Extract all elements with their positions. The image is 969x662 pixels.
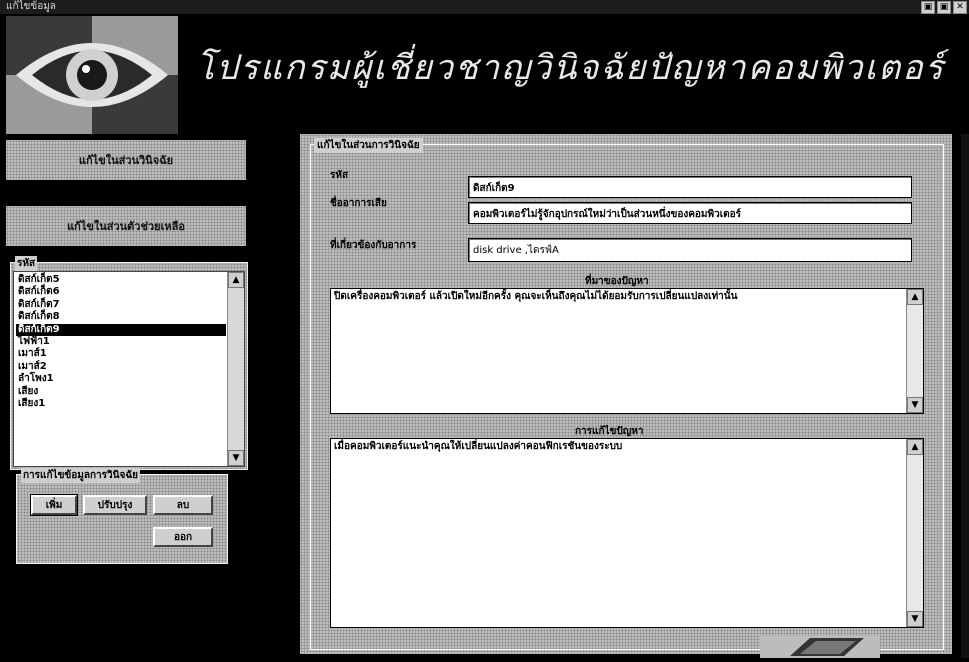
code-label: รหัส [330,170,349,181]
solution-scrollbar[interactable]: ▲ ▼ [906,439,923,627]
exit-button[interactable]: ออก [153,527,213,547]
add-button[interactable]: เพิ่ม [30,494,78,516]
list-item[interactable]: เมาส์2 [16,361,226,373]
code-list-group: รหัส ดิสก์เก็ต5 ดิสก์เก็ต6 ดิสก์เก็ต7 ดิสก์… [10,256,248,470]
window-right-edge [961,134,969,658]
diagnosis-group-label: แก้ไขในส่วนการวินิจฉัย [314,138,423,153]
cause-text: ปิดเครื่องคอมพิวเตอร์ แล้วเปิดใหม่อีกครั… [334,291,738,302]
taskbar-logo-icon [760,636,880,658]
close-button[interactable]: ✕ [953,1,967,14]
cause-scrollbar[interactable]: ▲ ▼ [906,289,923,413]
solution-textarea[interactable]: เมื่อคอมพิวเตอร์แนะนำคุณให้เปลี่ยนแปลงค่… [330,438,924,628]
list-item[interactable]: ดิสก์เก็ต8 [16,311,226,323]
code-listbox[interactable]: ดิสก์เก็ต5 ดิสก์เก็ต6 ดิสก์เก็ต7 ดิสก์เก็ต8… [13,271,245,467]
list-item[interactable]: ลำโพง1 [16,373,226,385]
list-item[interactable]: เสียง1 [16,398,226,410]
list-item[interactable]: ไฟฟ้า1 [16,336,226,348]
related-input[interactable]: disk drive ,ไดรฟ์A [468,238,912,262]
update-button[interactable]: ปรับปรุง [83,495,147,515]
window-title-bar: แก้ไขข้อมูล ▣ ▣ ✕ [0,0,969,14]
scroll-down-icon[interactable]: ▼ [907,397,923,413]
scroll-up-icon[interactable]: ▲ [228,272,244,288]
list-item[interactable]: ดิสก์เก็ต9 [16,323,226,337]
related-label: ที่เกี่ยวข้องกับอาการ [330,240,417,251]
code-input[interactable]: ดิสก์เก็ต9 [468,176,912,198]
scroll-up-icon[interactable]: ▲ [907,289,923,305]
edit-group-label: การแก้ไขข้อมูลการวินิจฉัย [21,468,140,483]
edit-help-label: แก้ไขในส่วนตัวช่วยเหลือ [67,220,185,233]
cause-textarea[interactable]: ปิดเครื่องคอมพิวเตอร์ แล้วเปิดใหม่อีกครั… [330,288,924,414]
edit-buttons-group: การแก้ไขข้อมูลการวินิจฉัย เพิ่ม ปรับปรุง… [16,468,228,564]
eye-logo-icon [6,16,178,134]
symptom-input[interactable]: คอมพิวเตอร์ไม่รู้จักอุปกรณ์ใหม่ว่าเป็นส่… [468,202,912,224]
edit-diagnosis-label: แก้ไขในส่วนวินิจฉัย [78,154,174,167]
delete-button[interactable]: ลบ [153,495,213,515]
list-item[interactable]: ดิสก์เก็ต7 [16,299,226,311]
solution-label: การแก้ไขปัญหา [575,426,644,437]
app-banner-title: โปรแกรมผู้เชี่ยวชาญวินิจฉัยปัญหาคอมพิวเต… [196,48,945,88]
eye-logo [6,16,178,134]
list-item[interactable]: เมาส์1 [16,348,226,360]
list-item[interactable]: เสียง [16,386,226,398]
cause-label: ที่มาของปัญหา [585,276,649,287]
edit-help-button[interactable]: แก้ไขในส่วนตัวช่วยเหลือ [6,206,246,246]
edit-diagnosis-button[interactable]: แก้ไขในส่วนวินิจฉัย [6,140,246,180]
list-item[interactable]: ดิสก์เก็ต6 [16,286,226,298]
scroll-down-icon[interactable]: ▼ [228,450,244,466]
symptom-label: ชื่ออาการเสีย [330,198,387,209]
window-title: แก้ไขข้อมูล [6,1,56,12]
scroll-up-icon[interactable]: ▲ [907,439,923,455]
code-list-label: รหัส [15,256,38,271]
solution-text: เมื่อคอมพิวเตอร์แนะนำคุณให้เปลี่ยนแปลงค่… [334,441,623,452]
list-scrollbar[interactable]: ▲ ▼ [227,272,244,466]
maximize-button[interactable]: ▣ [937,1,951,14]
diagnosis-edit-panel: แก้ไขในส่วนการวินิจฉัย รหัส ดิสก์เก็ต9 ช… [300,134,952,654]
scroll-down-icon[interactable]: ▼ [907,611,923,627]
code-list: ดิสก์เก็ต5 ดิสก์เก็ต6 ดิสก์เก็ต7 ดิสก์เก็ต8… [14,272,226,410]
minimize-button[interactable]: ▣ [921,1,935,14]
list-item[interactable]: ดิสก์เก็ต5 [16,274,226,286]
